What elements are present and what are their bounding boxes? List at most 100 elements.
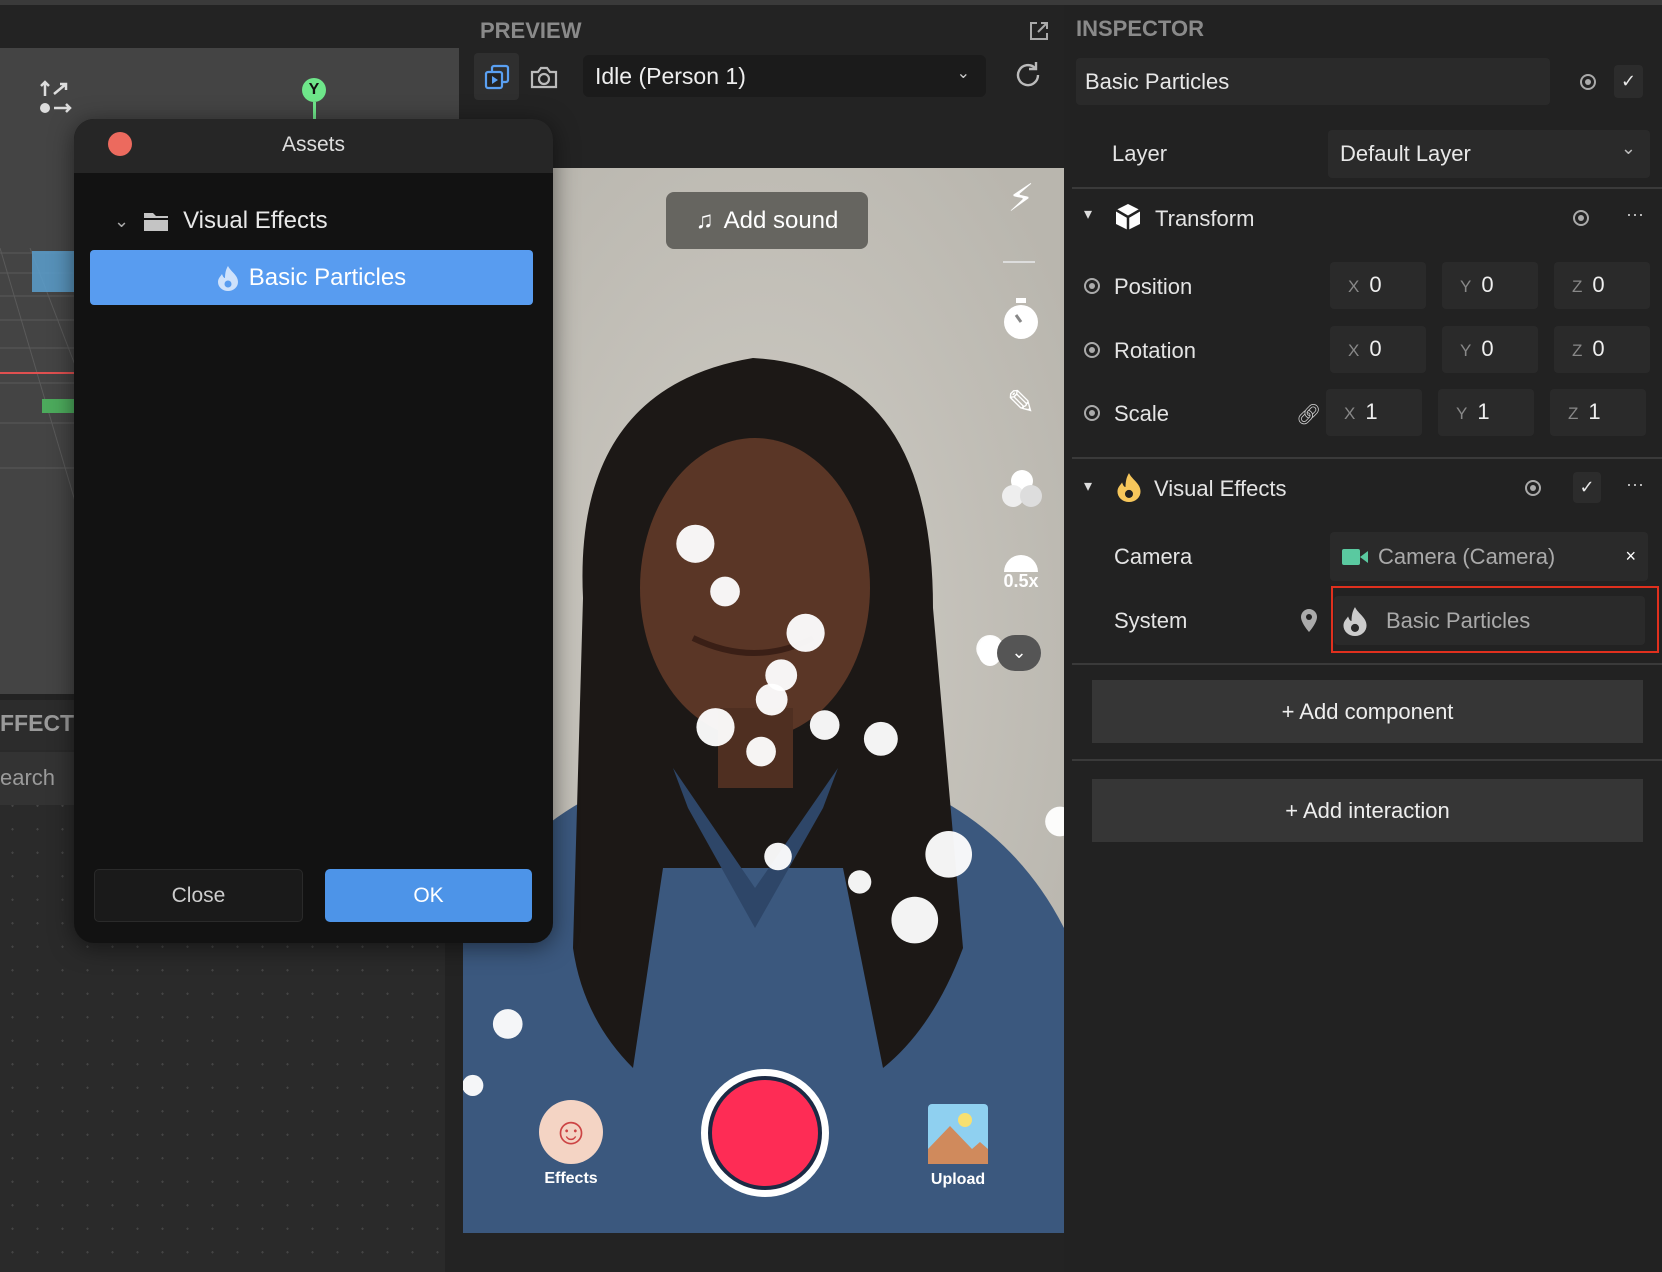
refresh-icon[interactable] [1013, 60, 1043, 95]
divider [1072, 457, 1662, 459]
particle [676, 524, 715, 563]
fire-icon [217, 265, 238, 291]
transform-gizmo-icon[interactable] [38, 80, 74, 121]
particle [786, 613, 825, 652]
more-tools-chevron-icon[interactable]: ⌄ [997, 635, 1041, 671]
visual-effects-radio-icon[interactable] [1525, 480, 1541, 496]
close-button[interactable]: Close [94, 869, 303, 922]
visual-effects-more-icon[interactable]: ··· [1626, 474, 1644, 495]
clear-icon[interactable]: × [1625, 546, 1636, 567]
position-label: Position [1114, 274, 1193, 299]
magic-wand-icon[interactable]: ✎ [1001, 383, 1041, 423]
transform-collapse-chevron-icon[interactable]: ▾ [1084, 204, 1092, 224]
particle [696, 708, 735, 747]
particle [848, 870, 872, 894]
particle [492, 1009, 523, 1039]
preview-title: PREVIEW [480, 18, 582, 43]
dialog-title: Assets [281, 133, 346, 156]
particle [764, 842, 792, 871]
location-pin-icon[interactable] [1299, 608, 1319, 639]
chevron-down-icon: ⌄ [1620, 138, 1636, 158]
position-radio-icon[interactable] [1084, 278, 1100, 294]
camera-label: Camera [1114, 544, 1193, 569]
divider [1072, 663, 1662, 665]
divider [1072, 759, 1662, 761]
add-interaction-button[interactable]: + Add interaction [1092, 779, 1643, 842]
preview-camera-feed[interactable]: ♫ Add sound ⚡ ✎ 0.5x ⌄ ☺ Effects Upload [463, 168, 1064, 1233]
chevron-down-icon[interactable]: ⌄ [114, 211, 129, 232]
play-window-icon [484, 64, 509, 89]
ok-button[interactable]: OK [325, 869, 532, 922]
fire-icon [1343, 606, 1367, 636]
particle [809, 710, 840, 740]
visibility-radio-icon[interactable] [1580, 74, 1596, 90]
camera-capture-button[interactable] [523, 53, 565, 100]
timer-icon[interactable] [1001, 298, 1041, 345]
popout-icon[interactable] [1028, 20, 1050, 47]
rotation-label: Rotation [1114, 338, 1196, 363]
speed-button[interactable]: 0.5x [1001, 548, 1041, 592]
preset-value: Idle (Person 1) [595, 63, 746, 89]
divider [1072, 187, 1662, 189]
transform-cube-icon [1114, 203, 1142, 236]
music-note-icon: ♫ [695, 206, 714, 234]
video-camera-icon [1342, 548, 1368, 565]
simulator-mode-button[interactable] [474, 53, 519, 100]
system-label: System [1114, 608, 1188, 633]
flash-icon[interactable]: ⚡ [1001, 176, 1041, 221]
layer-label: Layer [1112, 141, 1168, 166]
particle [746, 736, 776, 767]
scale-z-input[interactable]: Z1 [1550, 389, 1646, 436]
particle [863, 721, 898, 756]
record-button[interactable] [701, 1069, 829, 1197]
position-y-input[interactable]: Y0 [1442, 262, 1538, 309]
inspector-title: INSPECTOR [1076, 16, 1204, 41]
transform-radio-icon[interactable] [1573, 210, 1589, 226]
preview-preset-dropdown[interactable]: Idle (Person 1) ⌄ [583, 55, 986, 97]
particle [710, 576, 740, 607]
camera-icon [530, 66, 558, 88]
toolbar-divider [1003, 261, 1035, 263]
rotation-z-input[interactable]: Z0 [1554, 326, 1650, 373]
folder-icon [144, 213, 169, 231]
blue-plane [32, 251, 74, 292]
assets-dialog: Assets ⌄ Visual Effects Basic Particles … [74, 119, 553, 943]
upload-button[interactable]: Upload [928, 1104, 988, 1189]
particle [1045, 806, 1064, 837]
scale-y-input[interactable]: Y1 [1438, 389, 1534, 436]
effects-button[interactable]: ☺ Effects [539, 1100, 603, 1188]
tree-folder-visual-effects[interactable]: ⌄ Visual Effects [114, 207, 328, 235]
position-x-input[interactable]: X0 [1330, 262, 1426, 309]
image-icon [928, 1104, 988, 1164]
y-axis-gizmo[interactable]: Y [302, 78, 326, 122]
position-z-input[interactable]: Z0 [1554, 262, 1650, 309]
chevron-down-icon: ⌄ [956, 65, 970, 82]
link-scale-icon[interactable]: 🔗︎ [1296, 402, 1321, 427]
add-component-button[interactable]: + Add component [1092, 680, 1643, 743]
particle [755, 683, 788, 716]
visual-effects-title: Visual Effects [1154, 476, 1287, 501]
visual-effects-collapse-chevron-icon[interactable]: ▾ [1084, 476, 1092, 496]
scale-label: Scale [1114, 401, 1170, 426]
particle [463, 1074, 484, 1097]
camera-field[interactable]: Camera (Camera) × [1330, 532, 1648, 581]
rotation-y-input[interactable]: Y0 [1442, 326, 1538, 373]
filters-icon[interactable] [1001, 468, 1042, 515]
transform-title: Transform [1155, 206, 1255, 231]
scale-radio-icon[interactable] [1084, 405, 1100, 421]
rotation-radio-icon[interactable] [1084, 342, 1100, 358]
asset-item-basic-particles[interactable]: Basic Particles [90, 250, 533, 305]
effects-face-icon: ☺ [539, 1100, 603, 1164]
object-name-input[interactable]: Basic Particles [1076, 58, 1550, 105]
system-field[interactable]: Basic Particles [1334, 596, 1645, 645]
transform-more-icon[interactable]: ··· [1626, 204, 1644, 225]
fire-icon [1116, 472, 1142, 507]
enabled-checkbox[interactable]: ✓ [1614, 65, 1643, 98]
particle [925, 831, 973, 878]
particle [891, 896, 939, 944]
rotation-x-input[interactable]: X0 [1330, 326, 1426, 373]
add-sound-button[interactable]: ♫ Add sound [666, 192, 868, 249]
layer-dropdown[interactable]: Default Layer ⌄ [1328, 130, 1650, 178]
visual-effects-enabled-checkbox[interactable]: ✓ [1573, 472, 1601, 503]
scale-x-input[interactable]: X1 [1326, 389, 1422, 436]
